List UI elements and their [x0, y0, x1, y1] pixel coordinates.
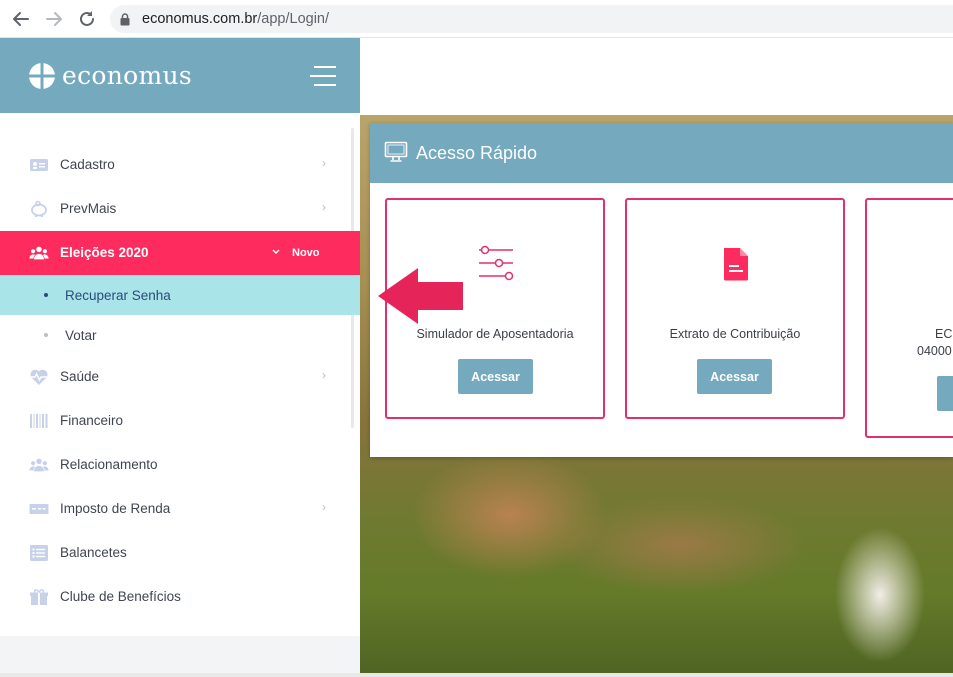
bottom-scrollbar[interactable] — [0, 673, 953, 677]
sidebar-item-relacionamento[interactable]: Relacionamento — [0, 443, 360, 487]
sidebar-item-label: Imposto de Renda — [60, 501, 171, 516]
chevron-right-icon: › — [322, 500, 326, 514]
forward-button[interactable] — [42, 8, 66, 30]
card-label: ECO — [935, 327, 953, 341]
back-button[interactable] — [9, 8, 33, 30]
money-bill-icon — [29, 504, 49, 514]
barcode-icon — [30, 414, 48, 428]
list-icon — [30, 545, 48, 561]
url-text: economus.com.br/app/Login/ — [142, 11, 329, 27]
sidebar-item-saude[interactable]: Saúde › — [0, 355, 360, 399]
submenu-item-label: Votar — [65, 328, 97, 343]
sidebar-item-imposto-de-renda[interactable]: Imposto de Renda › — [0, 487, 360, 531]
chevron-right-icon: › — [322, 200, 326, 214]
sidebar-item-label: Saúde — [60, 369, 100, 384]
chevron-right-icon: › — [322, 156, 326, 170]
panel-header: Acesso Rápido — [370, 123, 953, 183]
sidebar-item-cadastro[interactable]: Cadastro › — [0, 143, 360, 187]
sidebar-item-label: Financeiro — [60, 413, 124, 428]
card-label: Simulador de Aposentadoria — [416, 327, 574, 341]
hamburger-line — [314, 84, 336, 86]
sidebar-item-eleicoes-2020[interactable]: Eleições 2020 Novo — [0, 231, 360, 275]
pointer-arrow-icon — [378, 268, 463, 324]
url-path: /app/Login/ — [257, 11, 330, 27]
card-extrato[interactable]: Extrato de Contribuição Acessar — [625, 198, 845, 419]
sidebar-item-prevmais[interactable]: PrevMais › — [0, 187, 360, 231]
panel-title: Acesso Rápido — [416, 143, 538, 163]
sidebar: economus Cadastro › PrevMais › Eleições … — [0, 38, 360, 677]
brand-name: economus — [62, 61, 193, 90]
menu-toggle-button[interactable] — [308, 66, 336, 86]
submenu-item-recuperar-senha[interactable]: Recuperar Senha — [0, 275, 360, 315]
hamburger-line — [310, 75, 336, 77]
gift-icon — [30, 589, 48, 605]
chevron-down-icon — [272, 249, 280, 254]
sidebar-header: economus — [0, 38, 360, 113]
acessar-button[interactable]: A — [937, 376, 953, 411]
bullet-icon — [44, 333, 48, 337]
reload-icon — [80, 11, 94, 26]
sidebar-menu: Cadastro › PrevMais › Eleições 2020 Novo… — [0, 143, 360, 619]
sidebar-item-clube-de-beneficios[interactable]: Clube de Benefícios — [0, 575, 360, 619]
top-header — [360, 38, 953, 115]
monitor-icon — [384, 141, 408, 162]
card-partial[interactable]: ECO 04000 A — [865, 198, 953, 438]
economus-logo-icon — [29, 62, 55, 89]
submenu-item-label: Recuperar Senha — [65, 288, 171, 303]
logo[interactable]: economus — [28, 61, 192, 90]
group-icon — [29, 458, 49, 472]
lock-icon — [120, 13, 130, 26]
arrow-left-icon — [13, 12, 29, 26]
sidebar-item-label: Cadastro — [60, 157, 115, 172]
sidebar-item-label: Clube de Benefícios — [60, 589, 181, 604]
sidebar-item-label: Balancetes — [60, 545, 127, 560]
id-card-icon — [30, 159, 48, 171]
new-badge: Novo — [292, 247, 320, 259]
heart-pulse-icon — [30, 369, 48, 385]
sidebar-item-label: Relacionamento — [60, 457, 158, 472]
reload-button[interactable] — [75, 8, 99, 30]
sidebar-footer — [0, 636, 360, 677]
card-label: Extrato de Contribuição — [669, 327, 801, 341]
sliders-icon — [479, 245, 514, 281]
sidebar-item-label: Eleições 2020 — [60, 245, 149, 260]
card-label: 04000 — [917, 344, 952, 358]
sidebar-item-label: PrevMais — [60, 201, 117, 216]
hamburger-line — [314, 66, 336, 68]
bullet-icon — [44, 293, 48, 297]
document-icon — [724, 248, 748, 281]
browser-toolbar: economus.com.br/app/Login/ — [0, 0, 953, 38]
sidebar-item-financeiro[interactable]: Financeiro — [0, 399, 360, 443]
users-icon — [29, 246, 49, 260]
sidebar-item-balancetes[interactable]: Balancetes — [0, 531, 360, 575]
chevron-right-icon: › — [322, 368, 326, 382]
piggy-bank-icon — [31, 200, 47, 217]
acessar-button[interactable]: Acessar — [458, 359, 533, 394]
acessar-button[interactable]: Acessar — [697, 359, 772, 394]
arrow-right-icon — [46, 12, 62, 26]
url-host: economus.com.br — [142, 11, 258, 27]
address-bar[interactable]: economus.com.br/app/Login/ — [110, 5, 953, 33]
submenu-item-votar[interactable]: Votar — [0, 315, 360, 355]
